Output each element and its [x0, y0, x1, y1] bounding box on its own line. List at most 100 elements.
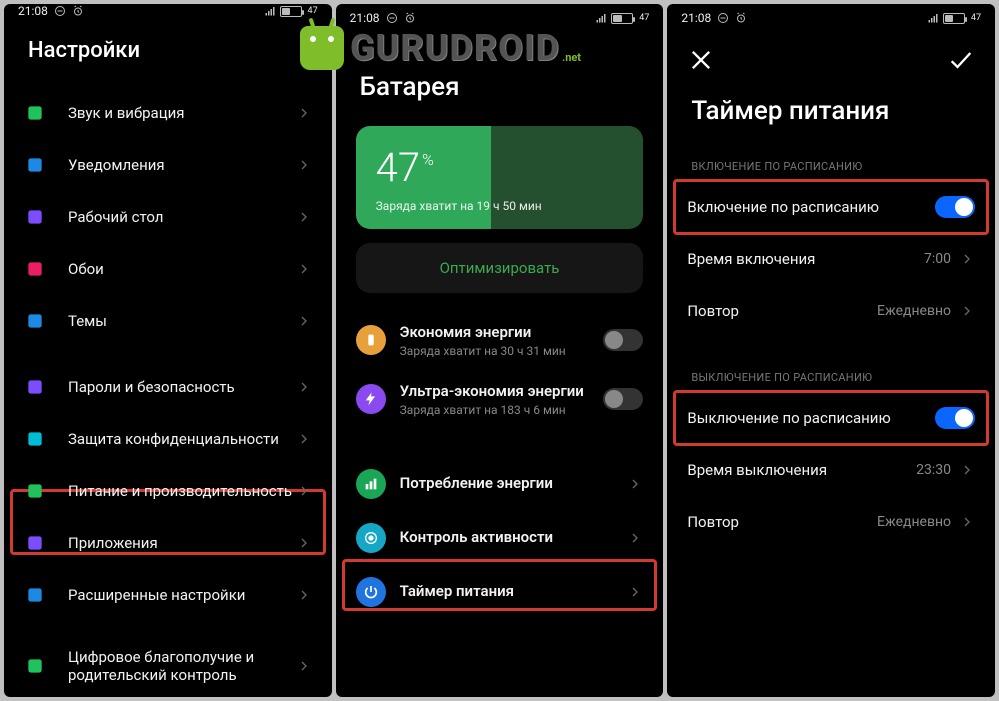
row-label: Звук и вибрация: [68, 104, 296, 123]
battery-percent: 47: [376, 144, 420, 191]
status-time: 21:08: [350, 11, 380, 25]
settings-row[interactable]: Расширенные настройки: [4, 569, 332, 621]
page-title: Таймер питания: [667, 78, 995, 142]
alarm-icon: [404, 12, 416, 24]
alarm-icon: [72, 5, 84, 17]
on-time-row[interactable]: Время включения 7:00: [667, 233, 995, 285]
chevron-right-icon: [296, 535, 312, 551]
row-icon: [24, 584, 46, 606]
settings-row[interactable]: Уведомления: [4, 139, 332, 191]
chevron-right-icon: [959, 251, 975, 267]
chevron-right-icon: [627, 530, 643, 546]
settings-row[interactable]: Приложения: [4, 517, 332, 569]
battery-card[interactable]: 47 % Заряда хватит на 19 ч 50 мин: [356, 126, 644, 229]
section-off-label: ВЫКЛЮЧЕНИЕ ПО РАСПИСАНИЮ: [667, 337, 995, 392]
row-toggle[interactable]: [603, 329, 643, 351]
row-icon: [24, 480, 46, 502]
row-icon: [24, 655, 46, 677]
alarm-icon: [735, 12, 747, 24]
battery-icon: [611, 13, 633, 24]
row-icon: [24, 206, 46, 228]
settings-row[interactable]: Обои: [4, 243, 332, 295]
chevron-right-icon: [959, 303, 975, 319]
status-time: 21:08: [18, 4, 48, 18]
power-timer-row[interactable]: Таймер питания: [336, 565, 664, 619]
row-label: Защита конфиденциальности: [68, 430, 296, 449]
dnd-icon: [386, 12, 398, 24]
battery-saver-row[interactable]: Экономия энергии Заряда хватит на 30 ч 31…: [336, 311, 664, 370]
row-icon: [24, 310, 46, 332]
chevron-right-icon: [296, 209, 312, 225]
row-toggle[interactable]: [603, 388, 643, 410]
battery-icon: [280, 6, 302, 17]
chevron-right-icon: [296, 157, 312, 173]
ultra-saver-row[interactable]: Ультра-экономия энергииЗаряда хватит на …: [336, 370, 664, 429]
settings-row[interactable]: Рабочий стол: [4, 191, 332, 243]
energy-usage-row[interactable]: Потребление энергии: [336, 457, 664, 511]
schedule-off-toggle[interactable]: [935, 407, 975, 429]
schedule-off-toggle-row[interactable]: Выключение по расписанию: [667, 392, 995, 444]
row-sublabel: Заряда хватит на 30 ч 31 мин: [400, 344, 604, 358]
optimize-button[interactable]: Оптимизировать: [356, 243, 644, 293]
row-label: Ультра-экономия энергии: [400, 382, 604, 401]
row-label: Таймер питания: [400, 582, 628, 601]
battery-icon: [943, 13, 965, 24]
chevron-right-icon: [296, 587, 312, 603]
on-repeat-row[interactable]: Повтор Ежедневно: [667, 285, 995, 337]
row-label: Экономия энергии: [400, 323, 604, 342]
chevron-right-icon: [296, 379, 312, 395]
status-bar: 21:08 47: [4, 4, 332, 18]
chevron-right-icon: [627, 584, 643, 600]
row-label: Пароли и безопасность: [68, 378, 296, 397]
row-label: Приложения: [68, 534, 296, 553]
settings-row[interactable]: Цифровое благополучие и родительский кон…: [4, 636, 332, 697]
row-icon: [356, 577, 386, 607]
chevron-right-icon: [296, 658, 312, 674]
row-label: Обои: [68, 260, 296, 279]
row-icon: [356, 523, 386, 553]
page-title: Батарея: [336, 32, 664, 118]
settings-screen: 21:08 47 Настройки Звук и вибрация Уведом…: [4, 4, 332, 697]
activity-control-row[interactable]: Контроль активности: [336, 511, 664, 565]
battery-screen: 21:08 47 Батарея 47 % Заряда хватит на 1…: [336, 4, 664, 697]
chevron-right-icon: [296, 483, 312, 499]
close-button[interactable]: [687, 46, 715, 74]
chevron-right-icon: [959, 514, 975, 530]
settings-row[interactable]: Питание и производительность: [4, 465, 332, 517]
chevron-right-icon: [296, 261, 312, 277]
row-label: Питание и производительность: [68, 482, 296, 501]
row-icon: [24, 258, 46, 280]
row-icon: [24, 428, 46, 450]
chevron-right-icon: [959, 462, 975, 478]
row-label: Контроль активности: [400, 528, 628, 547]
status-bar: 21:08 47: [336, 4, 664, 32]
status-time: 21:08: [681, 11, 711, 25]
row-icon: [24, 154, 46, 176]
page-title: Настройки: [4, 18, 332, 87]
settings-row[interactable]: Пароли и безопасность: [4, 361, 332, 413]
row-icon: [24, 532, 46, 554]
chevron-right-icon: [296, 313, 312, 329]
signal-icon: [264, 5, 276, 17]
settings-row[interactable]: Защита конфиденциальности: [4, 413, 332, 465]
schedule-on-toggle[interactable]: [935, 196, 975, 218]
row-icon: [24, 376, 46, 398]
row-label: Уведомления: [68, 156, 296, 175]
chevron-right-icon: [296, 431, 312, 447]
schedule-on-toggle-row[interactable]: Включение по расписанию: [667, 181, 995, 233]
dnd-icon: [717, 12, 729, 24]
off-repeat-row[interactable]: Повтор Ежедневно: [667, 496, 995, 548]
battery-estimate: Заряда хватит на 19 ч 50 мин: [376, 199, 624, 213]
row-icon: [356, 469, 386, 499]
off-time-row[interactable]: Время выключения 23:30: [667, 444, 995, 496]
settings-row[interactable]: Темы: [4, 295, 332, 347]
row-label: Потребление энергии: [400, 474, 628, 493]
row-label: Рабочий стол: [68, 208, 296, 227]
settings-row[interactable]: Звук и вибрация: [4, 87, 332, 139]
signal-icon: [595, 12, 607, 24]
confirm-button[interactable]: [947, 46, 975, 74]
row-label: Темы: [68, 312, 296, 331]
row-label: Цифровое благополучие и родительский кон…: [68, 648, 296, 686]
dnd-icon: [54, 5, 66, 17]
signal-icon: [927, 12, 939, 24]
